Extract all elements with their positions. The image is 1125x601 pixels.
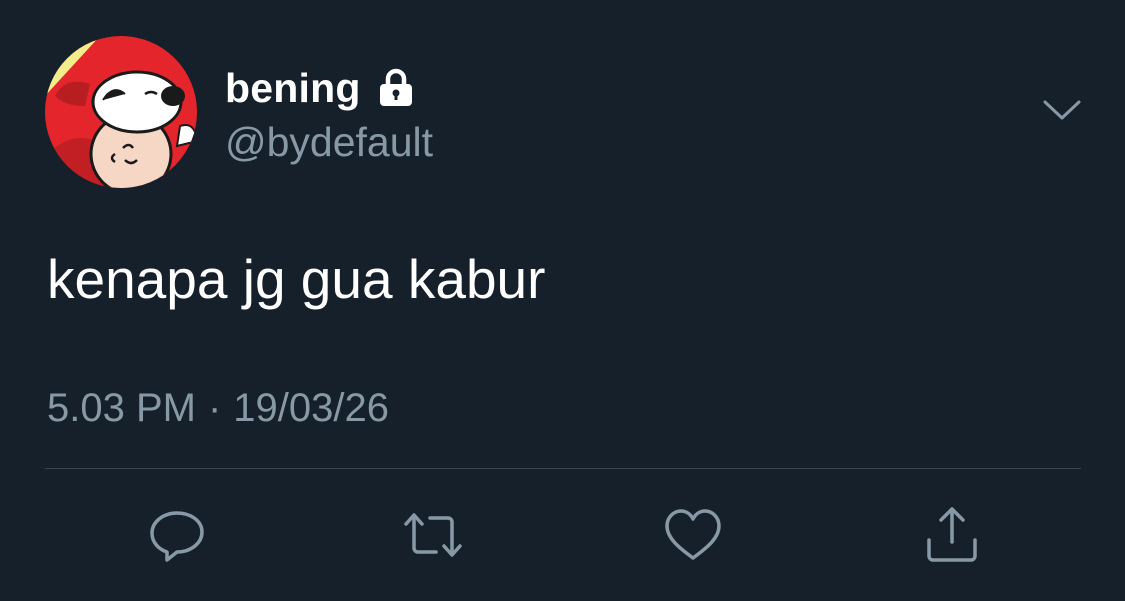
author-handle[interactable]: @bydefault — [225, 118, 433, 166]
author-display-name[interactable]: bening — [225, 64, 361, 112]
like-icon — [665, 509, 721, 560]
lock-icon — [379, 68, 412, 106]
tweet-timestamp[interactable]: 5.03 PM · 19/03/26 — [47, 384, 389, 432]
tweet-time[interactable]: 5.03 PM — [47, 384, 196, 432]
share-icon — [927, 507, 977, 562]
divider — [45, 468, 1081, 469]
avatar[interactable] — [45, 36, 197, 188]
like-button[interactable] — [662, 504, 724, 566]
retweet-icon — [404, 513, 462, 557]
tweet-text: kenapa jg gua kabur — [47, 248, 546, 310]
snoopy-charlie-brown-avatar — [45, 36, 197, 188]
reply-button[interactable] — [146, 504, 208, 566]
author-display-name-row[interactable]: bening — [225, 64, 417, 112]
tweet-date[interactable]: 19/03/26 — [233, 384, 389, 432]
reply-icon — [150, 511, 204, 562]
chevron-down-icon[interactable] — [1040, 94, 1084, 130]
retweet-button[interactable] — [402, 504, 464, 566]
timestamp-separator: · — [207, 386, 222, 430]
share-button[interactable] — [921, 504, 983, 566]
